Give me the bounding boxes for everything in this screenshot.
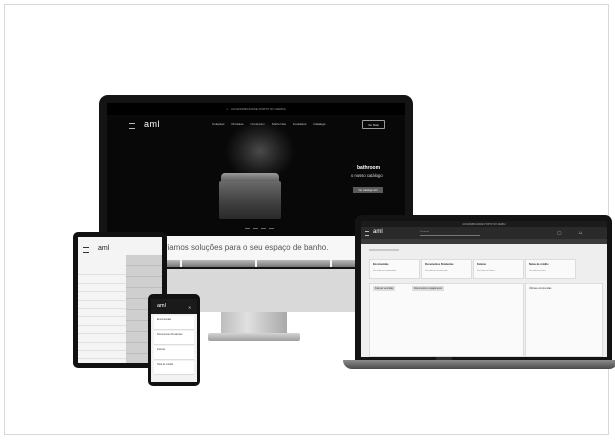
menu-icon[interactable]	[365, 231, 369, 236]
menu-item[interactable]	[78, 351, 126, 360]
laptop-logo[interactable]: aml	[373, 229, 383, 235]
banner-text: Criamos soluções para o seu espaço de ba…	[159, 243, 329, 252]
menu-item[interactable]	[78, 334, 126, 343]
desktop-top-strip: ⌖ ACCESSIBILIDADE PORTO NO SERRA	[107, 103, 405, 115]
menu-item[interactable]	[78, 343, 126, 351]
dashboard-card[interactable]: Faturas Ver todas as faturas	[473, 259, 524, 279]
card-subtitle: Ver todas as notas	[529, 270, 546, 272]
thumbnail[interactable]	[257, 260, 330, 267]
phone-card[interactable]: Encomendas	[154, 316, 194, 330]
nav-button[interactable]: Ver Mais	[362, 120, 385, 129]
card-title: Faturas	[477, 263, 487, 266]
invoices-panel: Faturas vencidas Documentos a pagamento	[369, 283, 524, 357]
menu-item[interactable]	[78, 267, 126, 276]
menu-item[interactable]	[78, 301, 126, 309]
list-item[interactable]	[126, 277, 162, 288]
menu-item[interactable]	[78, 326, 126, 335]
hero-light	[225, 121, 295, 181]
card-title: Faturas	[157, 348, 166, 351]
tablet-logo[interactable]: aml	[98, 245, 109, 252]
carousel-dots[interactable]	[245, 228, 274, 229]
dashboard-card[interactable]: Notas de crédito Ver todas as notas	[525, 259, 576, 279]
close-icon[interactable]: ✕	[188, 305, 191, 310]
card-title: Encomendas	[157, 318, 171, 321]
panel-title: Últimas encomendas	[529, 287, 552, 290]
laptop-header: aml Pesquisa ◯ ⊔	[361, 227, 607, 239]
cart-icon[interactable]: ⊔	[579, 230, 582, 235]
menu-item[interactable]	[78, 309, 126, 318]
card-subtitle: Ver todas as faturas	[477, 270, 495, 272]
tab-payment-docs[interactable]: Documentos a pagamento	[412, 286, 445, 291]
card-title: Nota de crédito	[157, 363, 174, 366]
tablet-menu-list	[78, 267, 126, 363]
list-item[interactable]	[126, 255, 162, 266]
hero-cabinet	[219, 181, 281, 219]
location-icon: ⌖	[226, 107, 228, 111]
hero-button[interactable]: Ver catálogo aml	[353, 187, 383, 193]
card-title: Documentos Pendentes	[425, 263, 454, 266]
laptop-screen: ACCESSIBILIDADE PORTO NO SERRA aml Pesqu…	[361, 221, 607, 357]
nav-item[interactable]: Coleções	[212, 122, 225, 126]
list-item[interactable]	[126, 266, 162, 277]
laptop-base	[343, 360, 615, 369]
menu-icon[interactable]	[129, 123, 135, 129]
card-subtitle: Ver todas as encomendas	[373, 270, 397, 272]
card-subtitle: Ver todos os documentos	[425, 270, 448, 272]
card-title: Documentos Pendentes	[157, 333, 183, 336]
menu-item[interactable]	[78, 317, 126, 326]
phone-screen: aml ✕ Encomendas Documentos Pendentes Fa…	[151, 299, 197, 382]
orders-panel: Últimas encomendas	[525, 283, 603, 357]
hero-title: bathroom	[357, 165, 381, 171]
menu-icon[interactable]	[83, 247, 89, 253]
breadcrumb	[369, 249, 399, 251]
dashboard-card[interactable]: Encomendas Ver todas as encomendas	[369, 259, 420, 279]
laptop-nav	[361, 239, 607, 244]
nav-item[interactable]: Catálogo	[313, 122, 325, 126]
menu-item[interactable]	[78, 292, 126, 301]
hero-subtitle: o nosso catálogo	[351, 173, 383, 178]
dashboard-card[interactable]: Documentos Pendentes Ver todos os docume…	[421, 259, 472, 279]
monitor-base	[208, 333, 300, 341]
phone-card[interactable]: Documentos Pendentes	[154, 331, 194, 345]
phone-header: aml ✕	[151, 299, 197, 314]
desktop-top-notice: ACCESSIBILIDADE PORTO NO SERRA	[230, 107, 286, 111]
search-input[interactable]: Pesquisa	[420, 231, 480, 236]
thumbnail[interactable]	[182, 260, 255, 267]
phone-card[interactable]: Faturas	[154, 346, 194, 360]
desktop-logo[interactable]: aml	[144, 119, 160, 129]
phone-card[interactable]: Nota de crédito	[154, 361, 194, 375]
user-icon[interactable]: ◯	[557, 230, 561, 235]
tab-overdue[interactable]: Faturas vencidas	[373, 286, 396, 291]
menu-item[interactable]	[78, 275, 126, 284]
phone-logo[interactable]: aml	[157, 303, 166, 309]
card-title: Encomendas	[373, 263, 389, 266]
card-title: Notas de crédito	[529, 263, 549, 266]
menu-item[interactable]	[78, 284, 126, 293]
